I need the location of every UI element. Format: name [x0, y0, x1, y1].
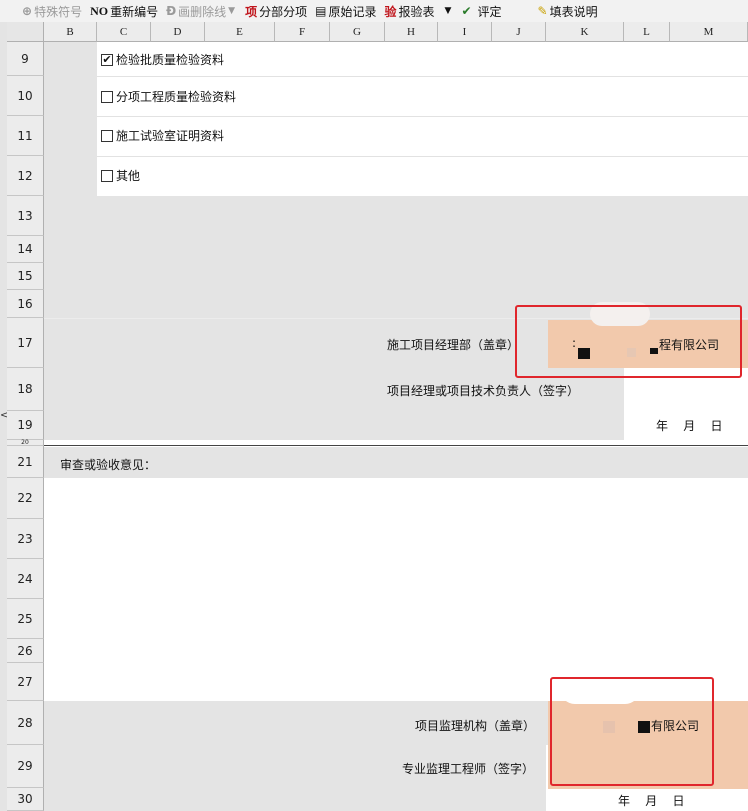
row-header[interactable]: 21 — [7, 446, 44, 478]
column-header[interactable]: B — [44, 22, 97, 42]
select-all-corner[interactable] — [7, 22, 44, 42]
row-header[interactable]: 10 — [7, 76, 44, 116]
row-header[interactable]: 15 — [7, 263, 44, 290]
row-header[interactable]: 13 — [7, 196, 44, 236]
review-opinion-area[interactable] — [44, 478, 748, 701]
row-header[interactable]: 9 — [7, 42, 44, 76]
column-header[interactable]: K — [546, 22, 624, 42]
row-header[interactable]: 12 — [7, 156, 44, 196]
column-header[interactable]: E — [205, 22, 275, 42]
toolbar: ⊕ 特殊符号 NO 重新编号 Ð 画删除线 ▼ 项 分部分项 ▤ 原始记录 验 … — [0, 0, 748, 23]
special-char-icon: ⊕ — [22, 4, 33, 18]
report-inspection-button[interactable]: 验 报验表 ▼ — [380, 0, 457, 22]
checkbox[interactable] — [101, 90, 113, 103]
row-header[interactable]: 16 — [7, 290, 44, 318]
renumber-button[interactable]: NO 重新编号 — [86, 0, 162, 22]
dropdown-arrow-icon[interactable]: ▼ — [445, 6, 452, 16]
row-header[interactable]: 18 — [7, 368, 44, 411]
item-icon: 项 — [245, 4, 258, 19]
review-label: 审查或验收意见： — [60, 458, 157, 472]
row-header[interactable]: 22 — [7, 478, 44, 519]
checkmark-icon: ✔ — [461, 4, 472, 18]
evaluate-button[interactable]: ✔ 评定 — [457, 0, 505, 22]
highlight-box — [515, 305, 742, 378]
row-header[interactable]: 11 — [7, 116, 44, 156]
row-header[interactable]: 23 — [7, 519, 44, 559]
row-header[interactable]: 25 — [7, 599, 44, 639]
note-icon: ✎ — [537, 4, 548, 18]
row-header[interactable]: 30 — [7, 788, 44, 811]
row-header[interactable]: 28 — [7, 701, 44, 745]
raw-record-button[interactable]: ▤ 原始记录 — [311, 0, 380, 22]
dropdown-arrow-icon[interactable]: ▼ — [228, 6, 235, 16]
column-header[interactable]: I — [438, 22, 492, 42]
fill-instructions-button[interactable]: ✎ 填表说明 — [534, 0, 602, 22]
contractor-dept-label: 施工项目经理部（盖章） — [387, 338, 520, 352]
highlight-box — [550, 677, 714, 786]
split-items-button[interactable]: 项 分部分项 — [241, 0, 311, 22]
spreadsheet-grid: < B C D E F G H I J K L M 9 10 11 12 13 … — [0, 22, 748, 811]
special-char-button[interactable]: ⊕ 特殊符号 — [0, 0, 86, 22]
inspection-icon: 验 — [384, 4, 397, 19]
section-divider — [44, 440, 748, 446]
row-header[interactable]: 24 — [7, 559, 44, 599]
row-header[interactable]: 26 — [7, 639, 44, 663]
row-header[interactable]: 14 — [7, 236, 44, 263]
row-header[interactable]: 19 — [7, 411, 44, 440]
column-header[interactable]: H — [385, 22, 438, 42]
contractor-date: 年 月 日 — [656, 419, 723, 433]
contractor-manager-label: 项目经理或项目技术负责人（签字） — [387, 384, 580, 398]
row-header[interactable]: 27 — [7, 663, 44, 701]
column-header[interactable]: F — [275, 22, 330, 42]
column-header[interactable]: L — [624, 22, 670, 42]
row-header[interactable]: 29 — [7, 745, 44, 788]
checklist-item[interactable]: 分项工程质量检验资料 — [101, 88, 236, 105]
strikethrough-button[interactable]: Ð 画删除线 ▼ — [162, 0, 241, 22]
strikethrough-icon: Ð — [166, 4, 177, 18]
supervisor-org-label: 项目监理机构（盖章） — [415, 719, 536, 733]
document-icon: ▤ — [315, 4, 327, 18]
supervisor-date: 年 月 日 — [618, 794, 685, 808]
checklist-item[interactable]: ✔ 检验批质量检验资料 — [101, 51, 224, 68]
checkbox-checked[interactable]: ✔ — [101, 53, 113, 66]
checklist-item[interactable]: 施工试验室证明资料 — [101, 127, 224, 144]
column-header[interactable]: G — [330, 22, 385, 42]
checkbox[interactable] — [101, 169, 113, 182]
checkbox[interactable] — [101, 129, 113, 142]
number-icon: NO — [90, 3, 109, 18]
column-header[interactable]: D — [151, 22, 205, 42]
column-header[interactable]: C — [97, 22, 151, 42]
checklist-item[interactable]: 其他 — [101, 167, 140, 184]
column-header[interactable]: J — [492, 22, 546, 42]
column-b-cell[interactable] — [44, 42, 97, 196]
row-header[interactable]: 17 — [7, 318, 44, 368]
column-header[interactable]: M — [670, 22, 748, 42]
supervisor-engineer-label: 专业监理工程师（签字） — [402, 762, 535, 776]
